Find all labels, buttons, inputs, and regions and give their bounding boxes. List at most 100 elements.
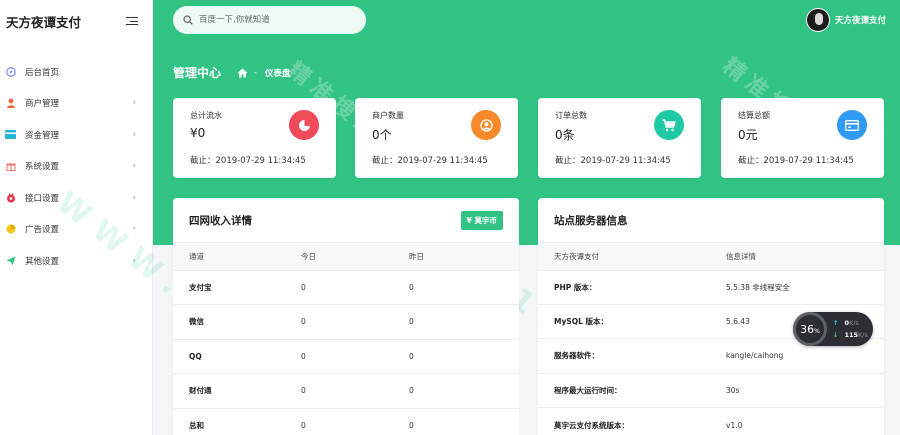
page-title: 管理中心 (173, 66, 222, 80)
user-menu[interactable]: 天方夜谭支付 (805, 8, 886, 32)
today-cell: 0 (301, 282, 306, 292)
table-row: 程序最大运行时间： 30s (538, 373, 884, 407)
info-label: 莫宇云支付系统版本： (554, 420, 629, 430)
info-value: v1.0 (726, 420, 743, 430)
sidebar-item-label: 接口设置 (25, 193, 60, 204)
info-value: 5.5.38 非线程安全 (726, 282, 790, 292)
sidebar-item-system[interactable]: 系统设置 › (0, 151, 152, 183)
column-header: 昨日 (409, 251, 424, 261)
table-row: 莫宇云支付系统版本： v1.0 (538, 407, 884, 435)
sidebar-nav: 后台首页 商户管理 › 资金管理 › 系统设置 › 接口设置 › 广告设置 › … (0, 56, 152, 277)
chevron-right-icon: › (132, 161, 136, 172)
table-header-row: 通道 今日 昨日 (173, 243, 519, 270)
sidebar-item-merchants[interactable]: 商户管理 › (0, 88, 152, 120)
table-row: QQ 0 0 (173, 339, 519, 374)
stat-card-merchants: 商户数量 0个 截止：2019-07-29 11:34:45 (355, 98, 518, 178)
income-panel: 四网收入详情 ¥ 莫宇币 通道 今日 昨日 支付宝 0 0 微信 0 0 QQ (173, 198, 519, 435)
speed-readout: ↑ 0K/s ↓ 115K/s (833, 317, 868, 341)
info-label: 服务器软件： (554, 351, 599, 361)
brand-name: 天方夜谭支付 (6, 14, 82, 30)
title-row: 管理中心 - 仪表盘 (173, 64, 290, 81)
search-icon[interactable] (183, 15, 193, 25)
panel-header: 四网收入详情 ¥ 莫宇币 (173, 198, 519, 243)
sidebar-item-home[interactable]: 后台首页 (0, 56, 152, 88)
sidebar-item-ads[interactable]: 广告设置 › (0, 214, 152, 246)
pie-icon (5, 224, 16, 235)
stat-time: 截止：2019-07-29 11:34:45 (190, 156, 306, 166)
sidebar-item-label: 系统设置 (25, 162, 60, 173)
cart-icon (654, 110, 684, 140)
avatar[interactable] (805, 8, 830, 32)
channel-cell: 微信 (189, 317, 204, 327)
stat-time: 截止：2019-07-29 11:34:45 (555, 156, 671, 166)
download-icon: ↓ (833, 331, 839, 339)
yesterday-cell: 0 (409, 351, 414, 361)
plug-icon (5, 192, 16, 203)
yesterday-cell: 0 (409, 421, 414, 430)
table-row: 微信 0 0 (173, 304, 519, 340)
sidebar-item-funds[interactable]: 资金管理 › (0, 119, 152, 151)
stat-card-flow: 总计流水 ¥0 截止：2019-07-29 11:34:45 (173, 98, 336, 178)
breadcrumb[interactable]: 仪表盘 (265, 67, 291, 79)
sidebar-item-label: 其他设置 (25, 256, 60, 267)
pie-chart-icon (289, 110, 319, 140)
sidebar-item-interface[interactable]: 接口设置 › (0, 182, 152, 214)
info-value: 30s (726, 385, 740, 395)
stat-time: 截止：2019-07-29 11:34:45 (738, 156, 854, 166)
panel-title: 四网收入详情 (189, 214, 252, 227)
user-icon (5, 98, 16, 109)
yesterday-cell: 0 (409, 282, 414, 292)
sidebar-item-label: 广告设置 (25, 225, 60, 236)
chevron-right-icon: › (132, 224, 136, 235)
sidebar-item-other[interactable]: 其他设置 › (0, 245, 152, 277)
sidebar-item-label: 后台首页 (25, 67, 60, 78)
gift-icon (5, 161, 16, 172)
sidebar-item-label: 资金管理 (25, 130, 60, 141)
card-icon (5, 129, 16, 140)
channel-cell: 总和 (189, 421, 204, 430)
menu-toggle-icon[interactable] (126, 16, 138, 26)
yesterday-cell: 0 (409, 386, 414, 396)
speed-widget[interactable]: 36% ↑ 0K/s ↓ 115K/s (793, 312, 873, 346)
stat-time: 截止：2019-07-29 11:34:45 (372, 156, 488, 166)
chevron-right-icon: › (132, 255, 136, 266)
info-label: 程序最大运行时间： (554, 385, 622, 395)
channel-cell: 财付通 (189, 386, 212, 396)
column-header: 信息详情 (726, 251, 756, 261)
sidebar: 天方夜谭支付 后台首页 商户管理 › 资金管理 › 系统设置 › 接口设置 › … (0, 0, 153, 435)
today-cell: 0 (301, 421, 306, 430)
user-circle-icon (471, 110, 501, 140)
speed-unit: K/s (858, 331, 868, 339)
speed-percent-unit: % (814, 327, 820, 335)
breadcrumb-separator: - (254, 68, 257, 77)
info-label: MySQL 版本： (554, 317, 609, 327)
table-header-row: 天方夜谭支付 信息详情 (538, 243, 884, 270)
income-table: 通道 今日 昨日 支付宝 0 0 微信 0 0 QQ 0 0 财付通 0 0 总… (173, 243, 519, 435)
today-cell: 0 (301, 386, 306, 396)
chevron-right-icon: › (132, 98, 136, 109)
card-icon (837, 110, 867, 140)
column-header: 今日 (301, 251, 316, 261)
table-row: 财付通 0 0 (173, 373, 519, 409)
stat-card-orders: 订单总数 0条 截止：2019-07-29 11:34:45 (538, 98, 701, 178)
stat-card-settlement: 结算总额 0元 截止：2019-07-29 11:34:45 (721, 98, 884, 178)
search-input[interactable] (199, 15, 349, 25)
home-icon[interactable] (237, 68, 248, 78)
chevron-right-icon: › (132, 192, 136, 203)
user-name: 天方夜谭支付 (834, 16, 886, 26)
chevron-right-icon: › (132, 129, 136, 140)
speed-percent: 36 (800, 322, 815, 336)
table-row: 总和 0 0 (173, 408, 519, 435)
column-header: 通道 (189, 251, 204, 261)
currency-button[interactable]: ¥ 莫宇币 (460, 210, 503, 230)
channel-cell: QQ (189, 351, 202, 361)
yesterday-cell: 0 (409, 317, 414, 327)
panel-header: 站点服务器信息 (538, 198, 884, 243)
search-box (173, 6, 366, 34)
upload-icon: ↑ (833, 319, 839, 327)
compass-icon (5, 66, 16, 77)
download-speed: 115 (844, 331, 859, 339)
column-header: 天方夜谭支付 (554, 251, 599, 261)
info-label: PHP 版本： (554, 282, 597, 292)
sidebar-item-label: 商户管理 (25, 99, 60, 110)
